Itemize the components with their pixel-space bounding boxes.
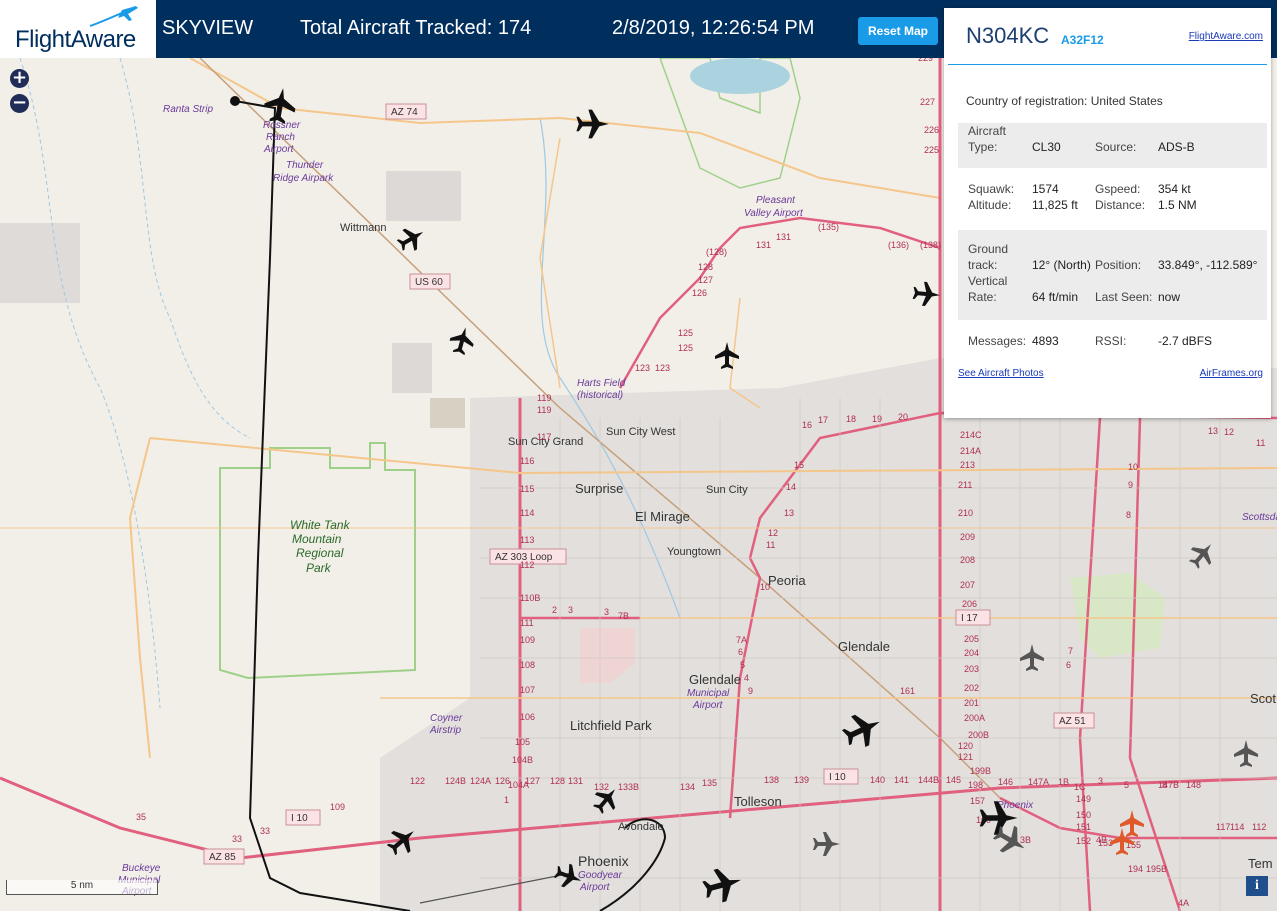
ground-track-label-2: track: bbox=[968, 258, 998, 272]
country-label: Country of registration: bbox=[966, 94, 1088, 108]
zoom-in-button[interactable]: + bbox=[10, 69, 29, 88]
ground-track-value: 12° (North) bbox=[1032, 258, 1091, 272]
gspeed-label: Gspeed: bbox=[1095, 182, 1141, 196]
aircraft-photos-link[interactable]: See Aircraft Photos bbox=[958, 368, 1044, 379]
messages-label: Messages: bbox=[968, 334, 1027, 348]
speed-altitude-block: Squawk: 1574 Gspeed: 354 kt Altitude: 11… bbox=[958, 178, 1267, 223]
map-scale-bar: 5 nm bbox=[6, 880, 158, 895]
last-seen-label: Last Seen: bbox=[1095, 290, 1153, 304]
last-seen-value: now bbox=[1158, 290, 1181, 304]
flightaware-link[interactable]: FlightAware.com bbox=[1189, 31, 1263, 42]
scale-label: 5 nm bbox=[70, 880, 94, 891]
panel-divider bbox=[948, 64, 1267, 65]
vertical-rate-label-2: Rate: bbox=[968, 290, 997, 304]
track-position-block: Ground track: 12° (North) Position: 33.8… bbox=[958, 230, 1267, 320]
map-info-button[interactable]: i bbox=[1246, 876, 1268, 896]
country-value: United States bbox=[1090, 94, 1163, 108]
source-label: Source: bbox=[1095, 140, 1137, 154]
distance-label: Distance: bbox=[1095, 198, 1146, 212]
aircraft-type-label-2: Type: bbox=[968, 140, 998, 154]
messages-value: 4893 bbox=[1032, 334, 1059, 348]
zoom-out-button[interactable]: − bbox=[10, 94, 29, 113]
reset-map-button[interactable]: Reset Map bbox=[858, 17, 938, 45]
rssi-value: -2.7 dBFS bbox=[1158, 334, 1213, 348]
vertical-rate-value: 64 ft/min bbox=[1032, 290, 1079, 304]
airframes-link[interactable]: AirFrames.org bbox=[1200, 368, 1263, 379]
squawk-value: 1574 bbox=[1032, 182, 1059, 196]
logo-text: FlightAware bbox=[15, 26, 136, 53]
position-label: Position: bbox=[1095, 258, 1142, 272]
aircraft-hex-code: A32F12 bbox=[1061, 33, 1104, 47]
flightaware-logo[interactable]: FlightAware bbox=[0, 0, 156, 58]
vertical-rate-label-1: Vertical bbox=[968, 274, 1008, 288]
aircraft-detail-panel: N304KC A32F12 FlightAware.com Country of… bbox=[944, 8, 1271, 418]
gspeed-value: 354 kt bbox=[1158, 182, 1191, 196]
aircraft-type-label-1: Aircraft bbox=[968, 124, 1007, 138]
position-value: 33.849°, -112.589° bbox=[1158, 258, 1258, 272]
ground-track-label-1: Ground bbox=[968, 242, 1009, 256]
altitude-label: Altitude: bbox=[968, 198, 1012, 212]
aircraft-count: Total Aircraft Tracked: 174 bbox=[300, 17, 532, 39]
aircraft-callsign: N304KC bbox=[966, 23, 1050, 48]
squawk-label: Squawk: bbox=[968, 182, 1015, 196]
altitude-value: 11,825 ft bbox=[1032, 198, 1078, 212]
app-name: SKYVIEW bbox=[162, 17, 254, 39]
rssi-label: RSSI: bbox=[1095, 334, 1127, 348]
aircraft-type-block: Aircraft Type: CL30 Source: ADS-B bbox=[958, 123, 1267, 168]
aircraft-type-value: CL30 bbox=[1032, 140, 1061, 154]
distance-value: 1.5 NM bbox=[1158, 198, 1197, 212]
current-datetime: 2/8/2019, 12:26:54 PM bbox=[612, 17, 815, 39]
messages-block: Messages: 4893 RSSI: -2.7 dBFS bbox=[958, 328, 1267, 356]
source-value: ADS-B bbox=[1158, 140, 1195, 154]
